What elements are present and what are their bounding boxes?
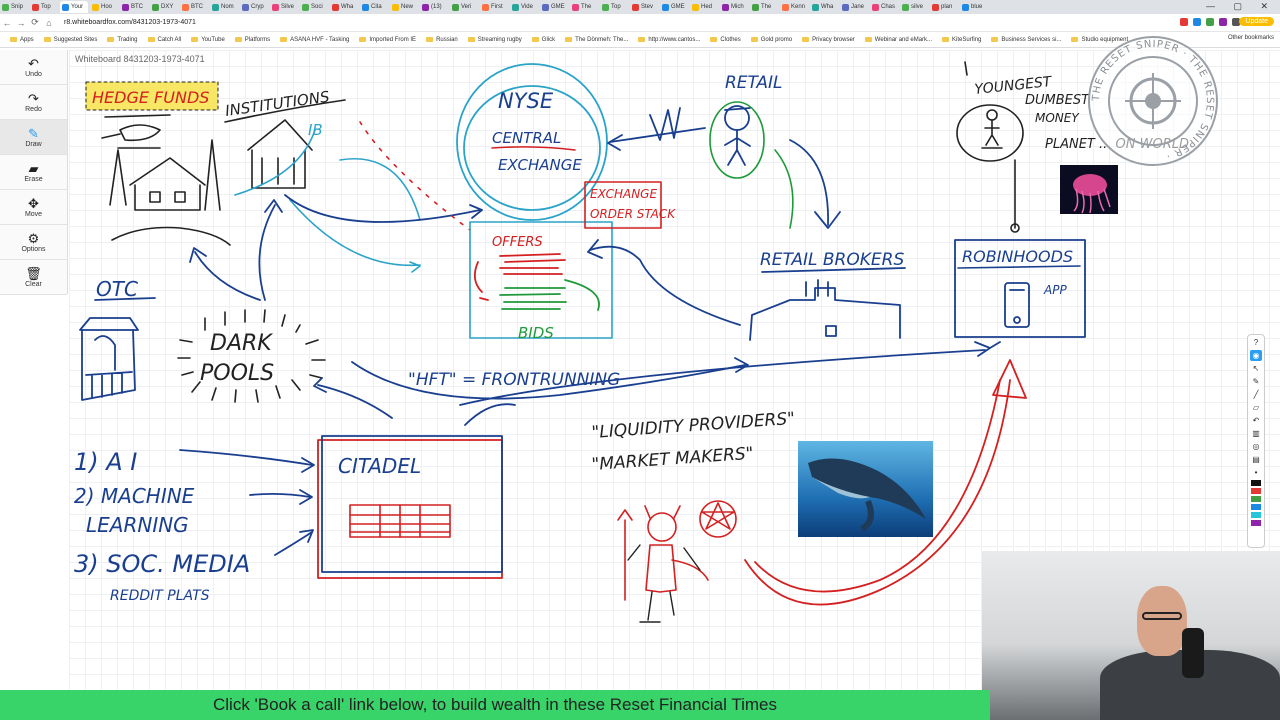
red-dotted-path bbox=[359, 121, 471, 231]
label-institutions: INSTITUTIONS bbox=[224, 87, 331, 120]
offers-lines bbox=[473, 253, 566, 301]
label-retail: RETAIL bbox=[725, 73, 783, 93]
label-ai: 1) A I bbox=[74, 448, 137, 476]
robinhoods-underline bbox=[957, 265, 1081, 269]
label-soc-media: 3) SOC. MEDIA bbox=[74, 550, 250, 578]
line-icon[interactable]: ╱ bbox=[1250, 389, 1262, 400]
label-hedge-funds: HEDGE FUNDS bbox=[92, 88, 209, 107]
stamp-icon[interactable]: ◎ bbox=[1250, 441, 1262, 452]
whiteboard-labels: HEDGE FUNDS INSTITUTIONS IB NYSE CENTRAL… bbox=[74, 73, 1189, 604]
color-swatch-purple[interactable] bbox=[1251, 520, 1261, 526]
retail-green-arrow bbox=[774, 149, 794, 229]
retail-to-exchange-arrow bbox=[607, 107, 706, 151]
label-liquidity-providers: "LIQUIDITY PROVIDERS" bbox=[591, 409, 796, 443]
label-order-stack: ORDER STACK bbox=[590, 207, 676, 221]
dark-pools-arrow bbox=[189, 199, 283, 301]
copy-icon[interactable]: ▤ bbox=[1250, 454, 1262, 465]
label-money: MONEY bbox=[1035, 111, 1080, 125]
label-nyse: NYSE bbox=[498, 89, 554, 113]
promo-banner: Click 'Book a call' link below, to build… bbox=[0, 690, 990, 720]
dot-icon[interactable]: • bbox=[1250, 467, 1262, 478]
otc-booth-drawing bbox=[79, 297, 156, 401]
label-dumbest: DUMBEST bbox=[1025, 93, 1090, 108]
label-offers: OFFERS bbox=[492, 235, 543, 250]
color-swatch-green[interactable] bbox=[1251, 496, 1261, 502]
label-otc: OTC bbox=[96, 277, 138, 301]
view-icon[interactable]: ◉ bbox=[1250, 350, 1262, 361]
microphone bbox=[1182, 628, 1204, 678]
presenter-head bbox=[1137, 586, 1187, 656]
help-icon[interactable]: ? bbox=[1250, 337, 1262, 348]
label-reddit: REDDIT PLATS bbox=[110, 588, 210, 604]
central-underline bbox=[491, 146, 576, 151]
label-bids: BIDS bbox=[518, 324, 554, 342]
bids-lines bbox=[499, 279, 600, 311]
eraser-icon[interactable]: ▱ bbox=[1250, 402, 1262, 413]
reset-sniper-logo: THE RESET SNIPER · THE RESET SNIPER · bbox=[1088, 36, 1218, 166]
color-swatch-black[interactable] bbox=[1251, 480, 1261, 486]
label-dark: DARK bbox=[210, 331, 273, 356]
pen-icon[interactable]: ✎ bbox=[1250, 376, 1262, 387]
retail-brokers-building bbox=[749, 267, 906, 341]
label-ib: IB bbox=[308, 121, 323, 139]
label-citadel: CITADEL bbox=[338, 454, 421, 478]
label-machine: 2) MACHINE bbox=[74, 484, 195, 508]
devil-outline bbox=[627, 544, 701, 623]
undo-icon[interactable]: ↶ bbox=[1250, 415, 1262, 426]
label-retail-brokers: RETAIL BROKERS bbox=[760, 250, 904, 270]
label-robinhoods: ROBINHOODS bbox=[962, 247, 1073, 266]
label-learning: LEARNING bbox=[86, 513, 189, 537]
label-pools: POOLS bbox=[200, 361, 274, 386]
label-exchange: EXCHANGE bbox=[498, 156, 582, 174]
color-swatch-cyan[interactable] bbox=[1251, 512, 1261, 518]
color-swatch-red[interactable] bbox=[1251, 488, 1261, 494]
citadel-building-drawing bbox=[349, 504, 451, 538]
pentagram-drawing bbox=[699, 500, 737, 538]
pointer-icon[interactable]: ↖ bbox=[1250, 363, 1262, 374]
citadel-input-arrows bbox=[179, 449, 315, 556]
label-exchange-box: EXCHANGE bbox=[590, 187, 657, 201]
color-swatch-blue[interactable] bbox=[1251, 504, 1261, 510]
dark-pools-rays bbox=[177, 309, 326, 403]
label-app: APP bbox=[1043, 283, 1067, 297]
helicopter-drawing bbox=[101, 114, 171, 149]
trash-icon[interactable]: ▥ bbox=[1250, 428, 1262, 439]
presenter-glasses bbox=[1142, 612, 1182, 620]
label-hft: "HFT" = FRONTRUNNING bbox=[408, 370, 620, 390]
retail-person-drawing bbox=[724, 105, 751, 166]
label-central: CENTRAL bbox=[492, 129, 561, 147]
phone-drawing bbox=[1004, 282, 1030, 328]
brokers-to-exchange-arrow bbox=[587, 239, 741, 326]
order-flow-arrow bbox=[284, 194, 483, 223]
label-market-makers: "MARKET MAKERS" bbox=[591, 444, 754, 475]
institution-flow-arrows bbox=[234, 129, 421, 273]
devil-drawing bbox=[617, 505, 709, 601]
right-tool-palette: ? ◉ ↖ ✎ ╱ ▱ ↶ ▥ ◎ ▤ • bbox=[1247, 334, 1265, 548]
mansion-drawing bbox=[109, 139, 231, 246]
retail-to-brokers-arrow bbox=[789, 139, 841, 229]
